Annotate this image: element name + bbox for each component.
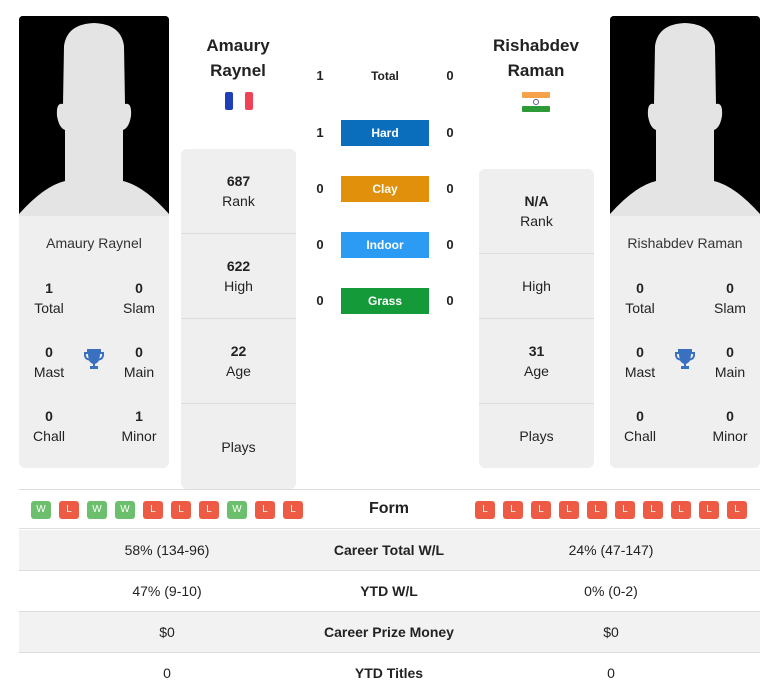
h2h-clay-p2: 0 bbox=[446, 181, 454, 196]
player2-mast-titles: 0 Mast bbox=[624, 344, 656, 380]
indoor-surface-badge: Indoor bbox=[341, 232, 429, 258]
form-loss-badge[interactable]: L bbox=[255, 501, 275, 519]
form-win-badge[interactable]: W bbox=[227, 501, 247, 519]
player1-total-titles: 1 Total bbox=[34, 280, 64, 316]
hard-surface-badge: Hard bbox=[341, 120, 429, 146]
player1-value: $0 bbox=[159, 624, 175, 640]
player1-info-panel: 687 Rank 622 High 22 Age Plays bbox=[181, 149, 296, 489]
stats-row-career-total-wl: 58% (134-96) Career Total W/L 24% (47-14… bbox=[19, 530, 760, 571]
form-loss-badge[interactable]: L bbox=[531, 501, 551, 519]
form-loss-badge[interactable]: L bbox=[615, 501, 635, 519]
form-loss-badge[interactable]: L bbox=[283, 501, 303, 519]
india-flag-icon bbox=[522, 92, 550, 112]
player1-rank: 687 Rank bbox=[181, 149, 296, 234]
form-loss-badge[interactable]: L bbox=[559, 501, 579, 519]
form-win-badge[interactable]: W bbox=[87, 501, 107, 519]
trophy-icon bbox=[82, 347, 106, 371]
stat-label: Career Total W/L bbox=[333, 542, 445, 558]
form-loss-badge[interactable]: L bbox=[727, 501, 747, 519]
player1-card: Amaury Raynel 1 Total 0 Slam 0 Mast 0 Main 0… bbox=[19, 216, 169, 468]
stats-row-ytd-titles: 0 YTD Titles 0 bbox=[19, 653, 760, 694]
form-row: WLWWLLLWLL Form LLLLLLLLLL bbox=[19, 489, 760, 529]
trophy-icon bbox=[673, 347, 697, 371]
form-loss-badge[interactable]: L bbox=[643, 501, 663, 519]
player2-minor-titles: 0 Minor bbox=[712, 408, 748, 444]
form-loss-badge[interactable]: L bbox=[699, 501, 719, 519]
player1-value: 47% (9-10) bbox=[132, 583, 202, 599]
silhouette-icon bbox=[610, 16, 760, 216]
form-win-badge[interactable]: W bbox=[115, 501, 135, 519]
h2h-grass-row: 0 Grass 0 bbox=[310, 288, 460, 314]
player2-total-titles: 0 Total bbox=[625, 280, 655, 316]
player2-rank: N/A Rank bbox=[479, 169, 594, 254]
player1-slam-titles: 0 Slam bbox=[123, 280, 155, 316]
player2-chall-titles: 0 Chall bbox=[624, 408, 656, 444]
h2h-hard-row: 1 Hard 0 bbox=[310, 120, 460, 146]
form-label: Form bbox=[369, 500, 409, 517]
player1-high: 622 High bbox=[181, 234, 296, 319]
player1-mast-titles: 0 Mast bbox=[33, 344, 65, 380]
silhouette-icon bbox=[19, 16, 169, 216]
form-loss-badge[interactable]: L bbox=[199, 501, 219, 519]
player1-main-titles: 0 Main bbox=[123, 344, 155, 380]
form-loss-badge[interactable]: L bbox=[503, 501, 523, 519]
player1-fullname: Amaury Raynel bbox=[46, 235, 142, 251]
stats-row-ytd-wl: 47% (9-10) YTD W/L 0% (0-2) bbox=[19, 571, 760, 612]
h2h-hard-p1: 1 bbox=[316, 125, 324, 140]
player1-plays: Plays bbox=[221, 438, 256, 455]
h2h-total-row: 1 Total 0 bbox=[310, 63, 460, 89]
form-win-badge[interactable]: W bbox=[31, 501, 51, 519]
player1-value: 58% (134-96) bbox=[124, 542, 210, 558]
form-loss-badge[interactable]: L bbox=[171, 501, 191, 519]
clay-surface-badge: Clay bbox=[341, 176, 429, 202]
player2-value: 0 bbox=[607, 665, 615, 681]
form-loss-badge[interactable]: L bbox=[587, 501, 607, 519]
form-loss-badge[interactable]: L bbox=[475, 501, 495, 519]
player2-main-titles: 0 Main bbox=[714, 344, 746, 380]
stat-label: Career Prize Money bbox=[324, 624, 454, 640]
h2h-hard-p2: 0 bbox=[446, 125, 454, 140]
player2-photo bbox=[610, 16, 760, 216]
player2-value: $0 bbox=[603, 624, 619, 640]
stats-row-career-prize-money: $0 Career Prize Money $0 bbox=[19, 612, 760, 653]
stat-label: YTD Titles bbox=[354, 665, 424, 681]
h2h-total-p1: 1 bbox=[316, 68, 324, 83]
grass-surface-badge: Grass bbox=[341, 288, 429, 314]
player1-name-heading[interactable]: Amaury Raynel bbox=[168, 33, 308, 83]
form-loss-badge[interactable]: L bbox=[671, 501, 691, 519]
h2h-total-label: Total bbox=[371, 69, 399, 83]
player2-fullname: Rishabdev Raman bbox=[627, 235, 743, 251]
stat-label: YTD W/L bbox=[360, 583, 418, 599]
h2h-indoor-p1: 0 bbox=[316, 237, 324, 252]
player2-name-heading[interactable]: Rishabdev Raman bbox=[466, 33, 606, 83]
france-flag-icon bbox=[225, 92, 253, 110]
player2-value: 0% (0-2) bbox=[584, 583, 638, 599]
player1-age: 22 Age bbox=[181, 319, 296, 404]
player1-minor-titles: 1 Minor bbox=[121, 408, 157, 444]
h2h-indoor-row: 0 Indoor 0 bbox=[310, 232, 460, 258]
h2h-grass-p1: 0 bbox=[316, 293, 324, 308]
h2h-clay-p1: 0 bbox=[316, 181, 324, 196]
player1-photo bbox=[19, 16, 169, 216]
form-loss-badge[interactable]: L bbox=[59, 501, 79, 519]
player2-plays: Plays bbox=[519, 428, 554, 444]
h2h-grass-p2: 0 bbox=[446, 293, 454, 308]
player2-high: High bbox=[479, 254, 594, 319]
h2h-clay-row: 0 Clay 0 bbox=[310, 176, 460, 202]
player2-value: 24% (47-147) bbox=[568, 542, 654, 558]
h2h-indoor-p2: 0 bbox=[446, 237, 454, 252]
form-loss-badge[interactable]: L bbox=[143, 501, 163, 519]
player1-chall-titles: 0 Chall bbox=[33, 408, 65, 444]
player2-info-panel: N/A Rank High 31 Age Plays bbox=[479, 169, 594, 468]
player2-age: 31 Age bbox=[479, 319, 594, 404]
h2h-total-p2: 0 bbox=[446, 68, 454, 83]
player2-slam-titles: 0 Slam bbox=[714, 280, 746, 316]
player2-card: Rishabdev Raman 0 Total 0 Slam 0 Mast 0 Main… bbox=[610, 216, 760, 468]
player1-value: 0 bbox=[163, 665, 171, 681]
